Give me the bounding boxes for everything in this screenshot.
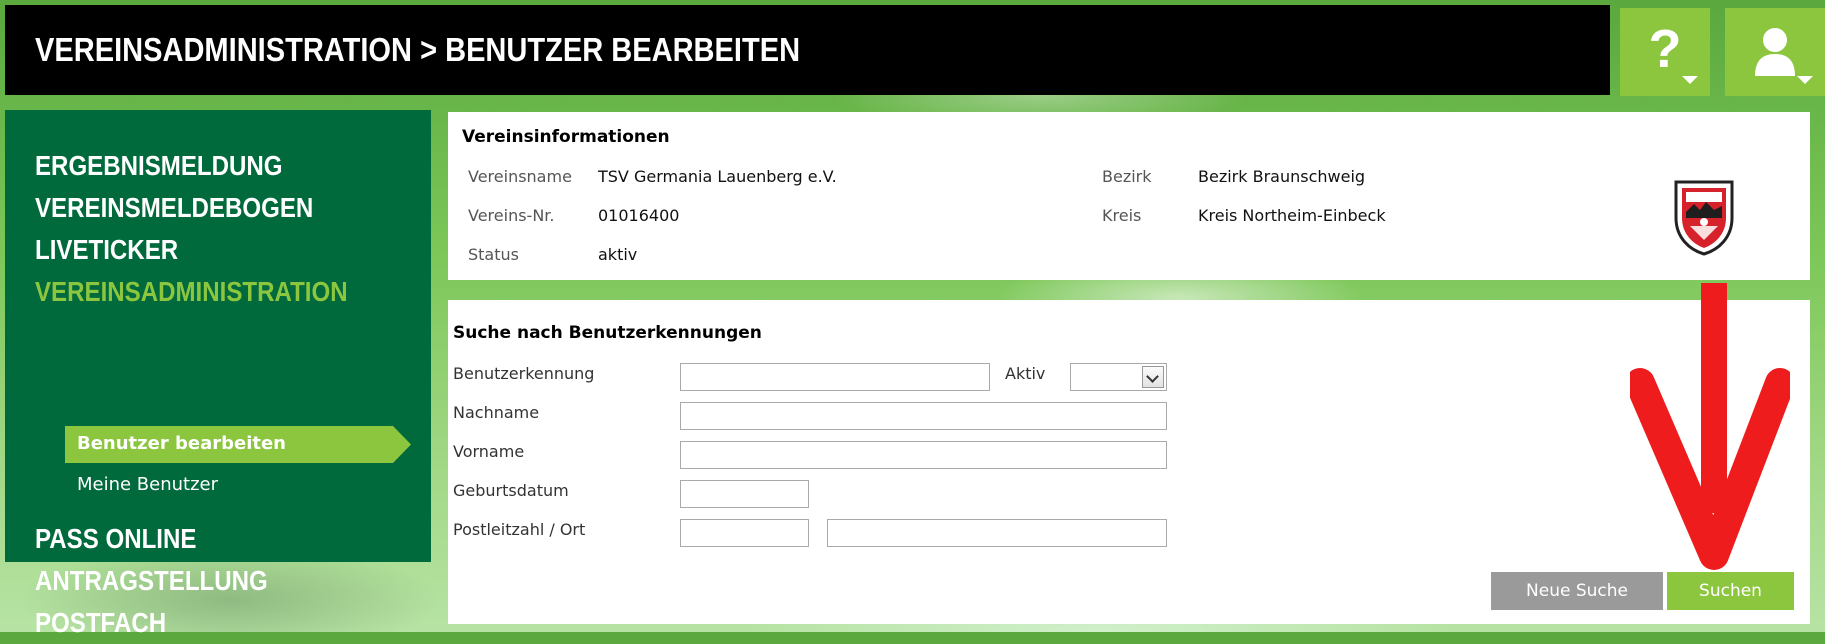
chevron-down-icon <box>1797 76 1813 84</box>
sidebar-subitem-meine-benutzer[interactable]: Meine Benutzer <box>77 474 218 495</box>
city-input[interactable] <box>827 519 1167 547</box>
user-search-title: Suche nach Benutzerkennungen <box>453 323 762 343</box>
chevron-down-icon <box>1682 76 1698 84</box>
district-value: Bezirk Braunschweig <box>1198 167 1366 186</box>
club-number-label: Vereins-Nr. <box>468 206 555 225</box>
sidebar-item-postfach[interactable]: POSTFACH <box>35 602 268 644</box>
birthdate-label: Geburtsdatum <box>453 481 569 500</box>
help-icon: ? <box>1648 19 1682 79</box>
red-arrow-down-icon <box>1630 283 1790 570</box>
sidebar: ERGEBNISMELDUNG VEREINSMELDEBOGEN LIVETI… <box>5 110 431 638</box>
user-menu-button[interactable] <box>1725 8 1825 96</box>
birthdate-input[interactable] <box>680 480 809 508</box>
sidebar-nav-secondary: PASS ONLINE ANTRAGSTELLUNG POSTFACH <box>35 518 306 644</box>
sidebar-subitem-label: Benutzer bearbeiten <box>77 433 286 454</box>
county-value: Kreis Northeim-Einbeck <box>1198 206 1386 225</box>
club-info-panel: Vereinsinformationen Vereinsname TSV Ger… <box>448 112 1810 280</box>
chevron-down-icon[interactable] <box>1142 366 1164 388</box>
firstname-label: Vorname <box>453 442 525 461</box>
page-title: VEREINSADMINISTRATION > BENUTZER BEARBEI… <box>35 31 801 68</box>
club-crest-icon <box>1674 180 1734 256</box>
active-select[interactable] <box>1070 363 1167 391</box>
firstname-input[interactable] <box>680 441 1167 469</box>
new-search-button[interactable]: Neue Suche <box>1491 572 1663 610</box>
username-label: Benutzerkennung <box>453 364 595 383</box>
sidebar-subitem-benutzer-bearbeiten[interactable]: Benutzer bearbeiten <box>65 426 411 463</box>
club-status-value: aktiv <box>598 245 638 264</box>
club-info-title: Vereinsinformationen <box>462 127 670 147</box>
club-name-value: TSV Germania Lauenberg e.V. <box>598 167 837 186</box>
header-bar: VEREINSADMINISTRATION > BENUTZER BEARBEI… <box>5 5 1610 95</box>
sidebar-nav-main: ERGEBNISMELDUNG VEREINSMELDEBOGEN LIVETI… <box>35 145 399 313</box>
sidebar-item-ergebnismeldung[interactable]: ERGEBNISMELDUNG <box>35 145 348 187</box>
search-button[interactable]: Suchen <box>1667 572 1794 610</box>
county-label: Kreis <box>1102 206 1142 225</box>
sidebar-item-liveticker[interactable]: LIVETICKER <box>35 229 348 271</box>
club-name-label: Vereinsname <box>468 167 572 186</box>
sidebar-item-antragstellung[interactable]: ANTRAGSTELLUNG <box>35 560 268 602</box>
sidebar-item-pass-online[interactable]: PASS ONLINE <box>35 518 268 560</box>
username-input[interactable] <box>680 363 990 391</box>
lastname-label: Nachname <box>453 403 540 422</box>
zip-input[interactable] <box>680 519 809 547</box>
zip-city-label: Postleitzahl / Ort <box>453 520 586 539</box>
district-label: Bezirk <box>1102 167 1152 186</box>
club-status-label: Status <box>468 245 519 264</box>
sidebar-item-vereinsmeldebogen[interactable]: VEREINSMELDEBOGEN <box>35 187 348 229</box>
lastname-input[interactable] <box>680 402 1167 430</box>
active-label: Aktiv <box>1005 364 1046 383</box>
help-button[interactable]: ? <box>1620 8 1710 96</box>
user-icon <box>1755 28 1795 76</box>
club-number-value: 01016400 <box>598 206 680 225</box>
sidebar-item-vereinsadministration[interactable]: VEREINSADMINISTRATION <box>35 271 348 313</box>
